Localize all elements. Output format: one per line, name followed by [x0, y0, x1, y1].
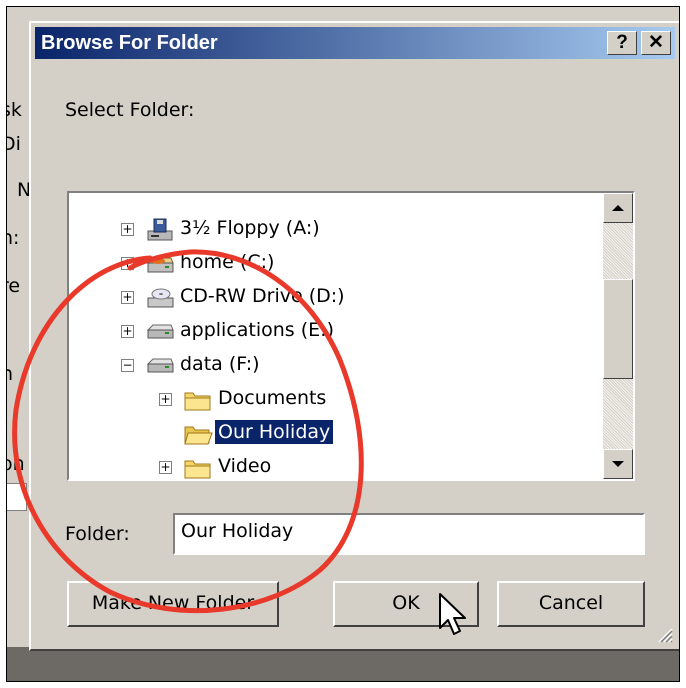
resize-grip-icon[interactable]	[655, 625, 673, 643]
folder-tree[interactable]: + 3½ Floppy (A:) + home (C:) + CD-RW Dri…	[67, 191, 635, 481]
close-button[interactable]: ✕	[641, 31, 671, 55]
scroll-thumb[interactable]	[603, 279, 633, 379]
vertical-scrollbar[interactable]	[603, 193, 633, 479]
background-text: sk	[7, 99, 22, 121]
folder-icon	[184, 392, 211, 411]
tree-item-label: Documents	[218, 387, 327, 409]
collapse-icon[interactable]: −	[121, 359, 134, 372]
expand-icon[interactable]: +	[121, 257, 134, 270]
expand-icon[interactable]: +	[159, 461, 172, 474]
tree-item-label: applications (E:)	[180, 319, 334, 341]
cd-drive-icon	[147, 288, 174, 308]
background-text: re	[7, 275, 21, 297]
expand-icon[interactable]: +	[159, 393, 172, 406]
folder-name-field[interactable]: Our Holiday	[173, 513, 645, 555]
tree-item-label: CD-RW Drive (D:)	[180, 285, 345, 307]
tree-item-label: home (C:)	[180, 251, 275, 273]
select-folder-label: Select Folder:	[65, 99, 195, 121]
cancel-button[interactable]: Cancel	[497, 581, 645, 627]
title-bar: Browse For Folder ? ✕	[35, 27, 675, 59]
expand-icon[interactable]: +	[121, 291, 134, 304]
scroll-down-button[interactable]	[603, 449, 633, 479]
folder-label: Folder:	[65, 523, 130, 545]
tree-item-label: 3½ Floppy (A:)	[180, 217, 320, 239]
expand-icon[interactable]: +	[121, 223, 134, 236]
folder-icon	[184, 460, 211, 479]
arrow-down-icon	[612, 461, 624, 467]
background-text: h:	[7, 227, 20, 249]
scroll-up-button[interactable]	[603, 193, 633, 223]
folder-open-icon	[184, 426, 213, 445]
tree-item-label-selected: Our Holiday	[215, 420, 334, 444]
tree-item-label: Video	[218, 455, 272, 477]
hard-drive-icon	[146, 257, 174, 273]
background-taskbar	[7, 647, 679, 681]
tree-item-label: data (F:)	[180, 353, 260, 375]
ok-button[interactable]: OK	[333, 581, 479, 627]
background-text: n	[7, 363, 13, 385]
dialog-title: Browse For Folder	[41, 32, 218, 54]
floppy-drive-icon	[147, 218, 173, 241]
screenshot-frame: sk Di N h: re n on Browse For Folder ? ✕…	[6, 6, 680, 682]
network-drive-icon	[146, 358, 174, 373]
background-text: Di	[7, 133, 21, 155]
arrow-up-icon	[612, 205, 624, 211]
network-drive-icon	[146, 324, 174, 339]
background-text: on	[7, 453, 25, 475]
background-field	[7, 483, 27, 511]
browse-for-folder-dialog: Browse For Folder ? ✕ Select Folder: + 3…	[29, 21, 679, 651]
make-new-folder-button[interactable]: Make New Folder	[67, 581, 279, 627]
expand-icon[interactable]: +	[121, 325, 134, 338]
help-button[interactable]: ?	[607, 31, 637, 55]
